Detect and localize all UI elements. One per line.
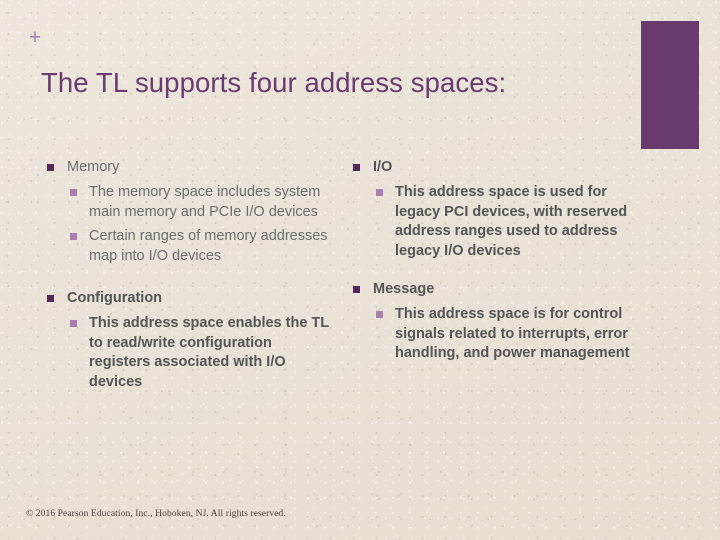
square-bullet-icon [70, 320, 77, 327]
topic-heading-io: I/O [350, 158, 640, 177]
list-item-text: This address space enables the TL to rea… [89, 315, 329, 390]
topic-block-io: I/O This address space is used for legac… [350, 158, 640, 261]
list-item: This address space is for control signal… [350, 305, 640, 364]
plus-icon: + [28, 26, 42, 49]
topic-heading-configuration: Configuration [44, 289, 334, 308]
topic-heading-text: Memory [67, 159, 120, 175]
decorative-accent-block [641, 21, 699, 149]
list-item: This address space enables the TL to rea… [44, 314, 334, 392]
page-title: The TL supports four address spaces: [41, 67, 507, 99]
list-item-text: Certain ranges of memory addresses map i… [89, 228, 328, 264]
topic-heading-memory: Memory [44, 158, 334, 177]
topic-block-message: Message This address space is for contro… [350, 280, 640, 364]
copyright-footer: © 2016 Pearson Education, Inc., Hoboken,… [26, 509, 286, 519]
square-bullet-icon [376, 189, 383, 196]
topic-block-memory: Memory The memory space includes system … [44, 158, 334, 266]
list-item: This address space is used for legacy PC… [350, 183, 640, 261]
square-bullet-icon [353, 286, 360, 293]
square-bullet-icon [47, 164, 54, 171]
topic-heading-message: Message [350, 280, 640, 299]
list-item-text: This address space is for control signal… [395, 306, 630, 361]
content-column-right: I/O This address space is used for legac… [350, 158, 640, 378]
slide-canvas: + The TL supports four address spaces: M… [0, 0, 720, 540]
square-bullet-icon [376, 311, 383, 318]
square-bullet-icon [70, 233, 77, 240]
content-column-left: Memory The memory space includes system … [44, 158, 334, 406]
topic-heading-text: I/O [373, 159, 393, 175]
list-item: The memory space includes system main me… [44, 183, 334, 222]
square-bullet-icon [70, 189, 77, 196]
topic-block-configuration: Configuration This address space enables… [44, 289, 334, 392]
list-item: Certain ranges of memory addresses map i… [44, 227, 334, 266]
topic-heading-text: Message [373, 281, 435, 297]
list-item-text: This address space is used for legacy PC… [395, 184, 628, 259]
square-bullet-icon [353, 164, 360, 171]
square-bullet-icon [47, 295, 54, 302]
topic-heading-text: Configuration [67, 290, 163, 306]
list-item-text: The memory space includes system main me… [89, 184, 321, 220]
